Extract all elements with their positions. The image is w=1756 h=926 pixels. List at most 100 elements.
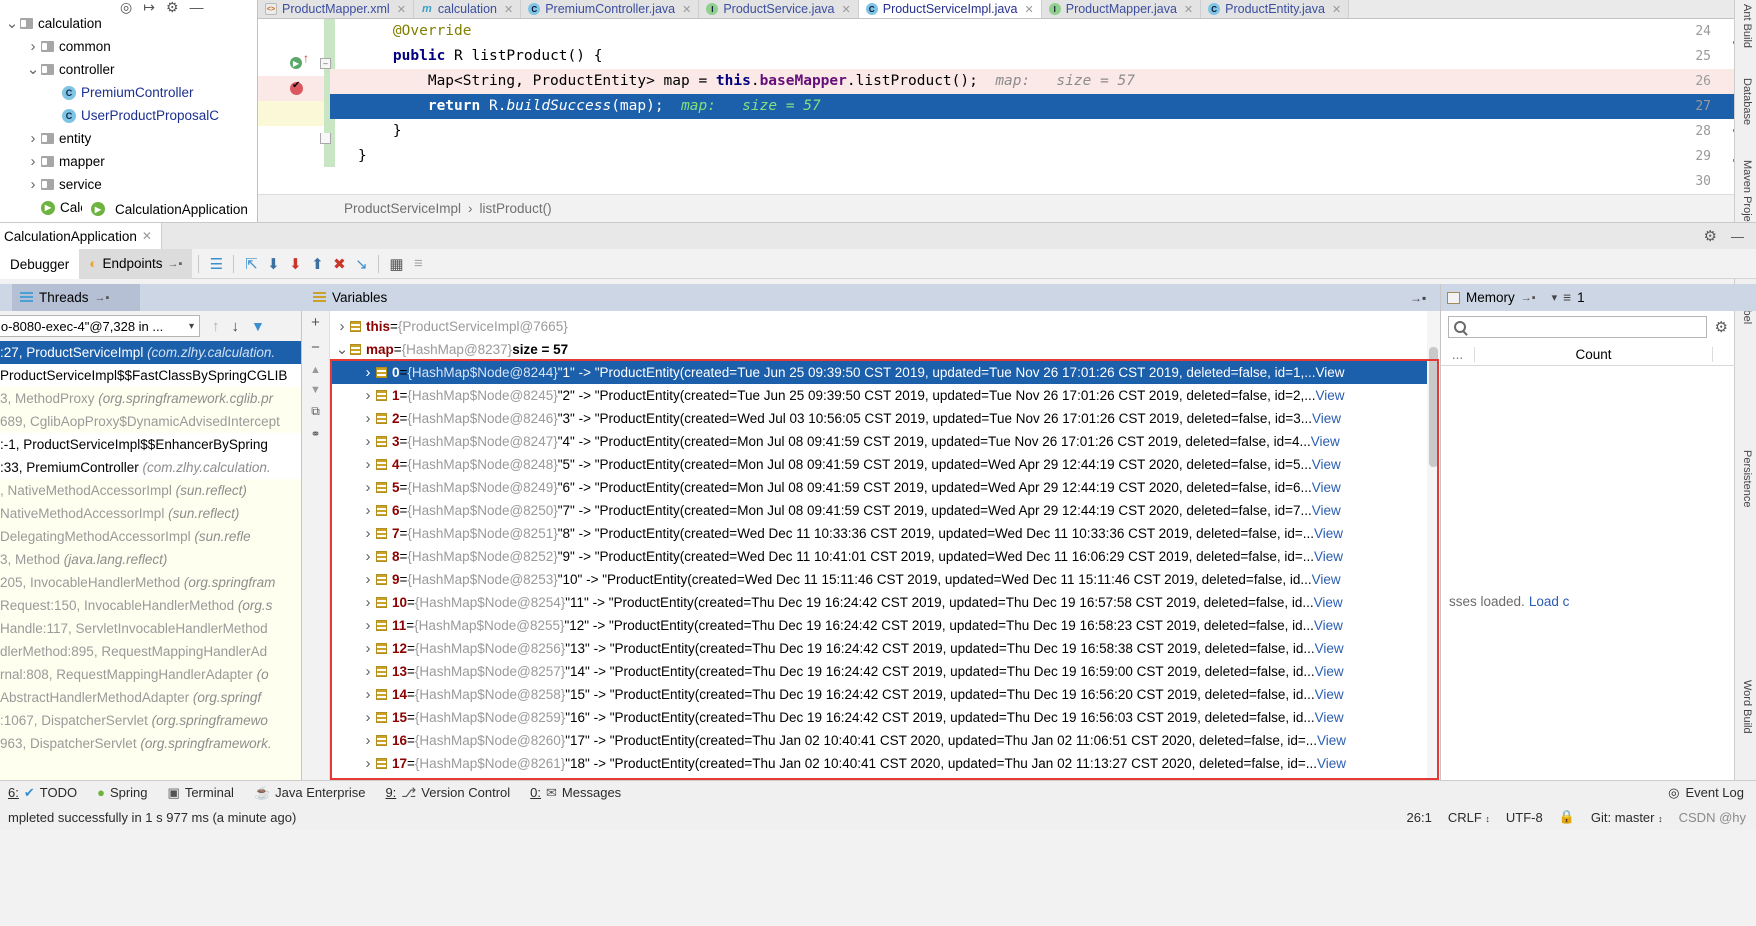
chevron-right-icon[interactable]: › — [360, 729, 376, 752]
view-value-link[interactable]: View — [1312, 499, 1341, 522]
editor-tab-productmapper-java[interactable]: I ProductMapper.java ✕ — [1041, 0, 1202, 18]
tool-window-terminal[interactable]: ▣ Terminal — [168, 785, 234, 801]
memory-panel-header[interactable]: Memory →▪ ▾ ≡ 1 — [1441, 284, 1735, 311]
load-classes-link[interactable]: Load c — [1529, 594, 1570, 609]
variables-side-toolbar[interactable]: + − ▲ ▼ ⧉ ⚭ — [302, 311, 330, 780]
chevron-right-icon[interactable]: › — [360, 545, 376, 568]
variable-row[interactable]: › 9 = {HashMap$Node@8253} "10" -> "Produc… — [330, 568, 1440, 591]
memory-panel[interactable]: Memory →▪ ▾ ≡ 1 ⚙ ... Count sses loaded.… — [1440, 284, 1735, 780]
variable-row[interactable]: › 5 = {HashMap$Node@8249} "6" -> "Product… — [330, 476, 1440, 499]
variable-row[interactable]: › 13 = {HashMap$Node@8257} "14" -> "Produ… — [330, 660, 1440, 683]
force-step-into-icon[interactable]: ⬇ — [284, 253, 306, 275]
view-value-link[interactable]: View — [1312, 476, 1341, 499]
variable-row[interactable]: ⌄ map = {HashMap@8237} size = 57 — [330, 338, 1440, 361]
view-value-link[interactable]: View — [1317, 752, 1346, 775]
panel-header-threads[interactable]: Threads →▪ — [12, 284, 140, 311]
list-icon[interactable]: ≡ — [1563, 290, 1571, 305]
chevron-right-icon[interactable]: › — [360, 637, 376, 660]
evaluate-expression-icon[interactable]: ▦ — [385, 253, 407, 275]
filter-icon[interactable]: ▼ — [251, 318, 265, 334]
tool-window-todo[interactable]: 6: ✔ TODO — [8, 785, 77, 801]
chevron-right-icon[interactable]: › — [360, 407, 376, 430]
view-value-link[interactable]: View — [1311, 430, 1340, 453]
variable-row[interactable]: › 11 = {HashMap$Node@8255} "12" -> "Produ… — [330, 614, 1440, 637]
close-icon[interactable]: ✕ — [842, 3, 851, 16]
chevron-right-icon[interactable]: › — [360, 614, 376, 637]
close-icon[interactable]: ✕ — [682, 3, 691, 16]
status-bar[interactable]: mpleted successfully in 1 s 977 ms (a mi… — [0, 804, 1756, 830]
chevron-right-icon[interactable]: › — [360, 683, 376, 706]
scrollbar-thumb[interactable] — [1429, 347, 1438, 467]
variables-panel[interactable]: + − ▲ ▼ ⧉ ⚭ › this = {ProductServiceImpl@… — [302, 311, 1440, 780]
breadcrumb-method[interactable]: listProduct() — [480, 201, 552, 216]
variable-row[interactable]: › 2 = {HashMap$Node@8246} "3" -> "Product… — [330, 407, 1440, 430]
tree-item-userproductproposalc[interactable]: C UserProductProposalC — [0, 104, 257, 127]
view-value-link[interactable]: View — [1314, 614, 1343, 637]
frame-row[interactable]: , NativeMethodAccessorImpl (sun.reflect) — [0, 479, 301, 502]
run-method-icon[interactable]: ▶ — [290, 57, 302, 69]
variable-row[interactable]: › 8 = {HashMap$Node@8252} "9" -> "Product… — [330, 545, 1440, 568]
editor-tab-productentity-java[interactable]: C ProductEntity.java ✕ — [1201, 0, 1350, 18]
chevron-right-icon[interactable]: › — [334, 315, 350, 338]
variable-row[interactable]: › 12 = {HashMap$Node@8256} "13" -> "Produ… — [330, 637, 1440, 660]
chevron-right-icon[interactable]: › — [360, 384, 376, 407]
chevron-down-icon[interactable]: ⌄ — [334, 342, 350, 357]
variable-row[interactable]: › 14 = {HashMap$Node@8258} "15" -> "Produ… — [330, 683, 1440, 706]
variable-row[interactable]: › 6 = {HashMap$Node@8250} "7" -> "Product… — [330, 499, 1440, 522]
variable-row[interactable]: › this = {ProductServiceImpl@7665} — [330, 315, 1440, 338]
view-value-link[interactable]: View — [1312, 407, 1341, 430]
run-configuration-tab[interactable]: CalculationApplication ✕ — [0, 222, 162, 250]
settings-icon[interactable]: ⚙ — [1715, 318, 1728, 336]
up-arrow-icon[interactable]: ↑ — [212, 318, 220, 335]
add-watch-icon[interactable]: + — [311, 314, 320, 331]
chevron-down-icon[interactable]: ▾ — [1552, 291, 1558, 304]
tool-window-version-control[interactable]: 9: ⎇ Version Control — [385, 785, 510, 801]
chevron-right-icon[interactable]: › — [25, 38, 41, 55]
variable-row[interactable]: › 1 = {HashMap$Node@8245} "2" -> "Product… — [330, 384, 1440, 407]
event-log-button[interactable]: ◎ Event Log — [1668, 785, 1756, 801]
run-to-cursor-icon[interactable]: ↘ — [350, 253, 372, 275]
code-line-24[interactable]: @Override — [330, 19, 1756, 44]
chevron-right-icon[interactable]: › — [360, 706, 376, 729]
breadcrumb[interactable]: ProductServiceImpl › listProduct() — [258, 194, 1756, 222]
memory-status[interactable]: sses loaded. Load c — [1441, 590, 1735, 612]
memory-search-input[interactable] — [1448, 316, 1707, 338]
frame-row[interactable]: dlerMethod:895, RequestMappingHandlerAd — [0, 640, 301, 663]
chevron-right-icon[interactable]: › — [360, 752, 376, 775]
tool-window-java-enterprise[interactable]: ☕ Java Enterprise — [254, 785, 366, 801]
override-arrow-icon[interactable]: ↑ — [303, 51, 309, 65]
tree-item-common[interactable]: › common — [0, 35, 257, 58]
tool-window-messages[interactable]: 0: ✉ Messages — [530, 785, 621, 801]
view-value-link[interactable]: View — [1312, 453, 1341, 476]
view-value-link[interactable]: View — [1314, 591, 1343, 614]
chevron-right-icon[interactable]: › — [360, 568, 376, 591]
frame-row[interactable]: 689, CglibAopProxy$DynamicAdvisedInterce… — [0, 410, 301, 433]
panel-header-variables[interactable]: Variables — [305, 284, 395, 311]
variable-row[interactable]: › 0 = {HashMap$Node@8244} "1" -> "Product… — [330, 361, 1440, 384]
close-icon[interactable]: ✕ — [504, 3, 513, 16]
tree-item-controller[interactable]: ⌄ controller — [0, 58, 257, 81]
chevron-right-icon[interactable]: › — [25, 130, 41, 147]
frame-row[interactable]: Handle:117, ServletInvocableHandlerMetho… — [0, 617, 301, 640]
debug-toolbar[interactable]: Debugger ◐ Endpoints →▪ ☰ ⇱ ⬇ ⬇ ⬆ ✖ ↘ ▦ … — [0, 248, 1756, 279]
settings-icon[interactable]: ⚙ — [1704, 227, 1717, 245]
tree-item-calculation[interactable]: ⌄ calculation — [0, 12, 257, 35]
line-separator[interactable]: CRLF ↕ — [1448, 810, 1490, 825]
frames-panel[interactable]: io-8080-exec-4"@7,328 in ... ▾ ↑ ↓ ▼ :27… — [0, 311, 302, 780]
rail-item-database[interactable]: Database — [1741, 78, 1753, 125]
breadcrumb-class[interactable]: ProductServiceImpl — [344, 201, 461, 216]
variable-row[interactable]: › 17 = {HashMap$Node@8261} "18" -> "Produ… — [330, 752, 1440, 775]
right-tool-rail[interactable]: Ant Build Database Maven Projects JRebel… — [1734, 0, 1756, 780]
frame-row[interactable]: :1067, DispatcherServlet (org.springfram… — [0, 709, 301, 732]
tool-window-spring[interactable]: ● Spring — [97, 785, 147, 800]
rail-item-ant-build[interactable]: Ant Build — [1741, 4, 1753, 48]
memory-search-row[interactable]: ⚙ — [1441, 311, 1735, 343]
status-bar-right[interactable]: 26:1 CRLF ↕ UTF-8 🔒 Git: master ↕ CSDN @… — [1407, 809, 1756, 825]
debug-window-header[interactable]: CalculationApplication ✕ ⚙ — — [0, 222, 1756, 250]
view-value-link[interactable]: View — [1312, 568, 1341, 591]
tree-item-premiumcontroller[interactable]: C PremiumController — [0, 81, 257, 104]
chevron-right-icon[interactable]: › — [360, 660, 376, 683]
drop-frame-icon[interactable]: ✖ — [328, 253, 350, 275]
step-over-icon[interactable]: ⇱ — [240, 253, 262, 275]
memory-col-class[interactable]: ... — [1441, 346, 1475, 362]
